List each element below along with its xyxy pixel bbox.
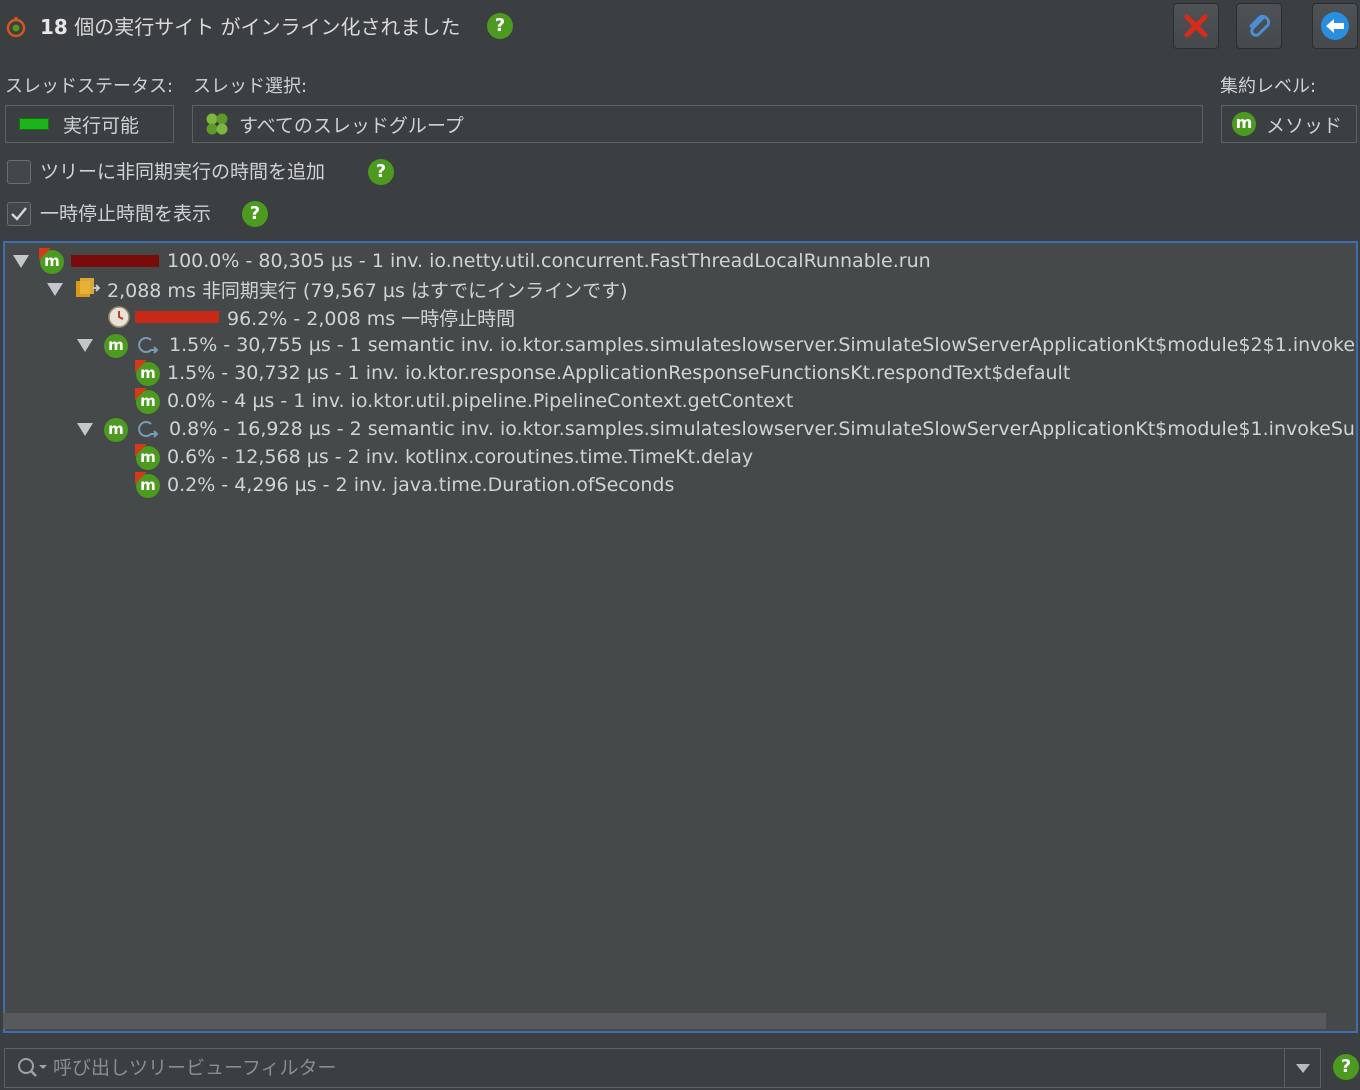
async-time-label: ツリーに非同期実行の時間を追加 [40, 161, 326, 183]
inlined-call-sites-title: 18 個の実行サイト がインライン化されました [40, 13, 461, 41]
thread-status-value: 実行可能 [63, 114, 140, 137]
percent-bar [71, 255, 159, 267]
runnable-status-swatch [19, 118, 49, 130]
title-text: 個の実行サイト がインライン化されました [67, 15, 461, 39]
attach-button[interactable] [1236, 3, 1282, 49]
tree-row-text: 0.6% - 12,568 µs - 2 inv. kotlinx.corout… [167, 446, 754, 468]
semantic-call-icon [138, 421, 159, 438]
method-icon: m [135, 444, 161, 470]
pause-help-icon[interactable]: ? [242, 201, 268, 227]
aggregation-level-label: 集約レベル: [1220, 76, 1317, 97]
back-arrow-icon [1321, 12, 1349, 40]
title-help-icon[interactable]: ? [487, 13, 513, 39]
back-button[interactable] [1312, 3, 1358, 49]
expand-toggle-icon[interactable] [47, 282, 63, 296]
close-button[interactable] [1173, 3, 1219, 49]
tree-row-text: 100.0% - 80,305 µs - 1 inv. io.netty.uti… [167, 250, 931, 272]
tree-row-text: 96.2% - 2,008 ms 一時停止時間 [227, 307, 516, 330]
thread-select-combo[interactable]: すべてのスレッドグループ [192, 105, 1203, 143]
percent-bar [135, 311, 219, 323]
aggregation-level-value: メソッド [1266, 114, 1343, 137]
tree-row[interactable]: 96.2% - 2,008 ms 一時停止時間 [81, 303, 515, 331]
expand-toggle-icon[interactable] [77, 338, 93, 352]
pause-time-checkbox[interactable] [7, 202, 31, 226]
call-tree-filter[interactable] [4, 1048, 1321, 1088]
semantic-call-icon [138, 337, 159, 354]
thread-group-icon [206, 113, 228, 135]
tree-row-text: 1.5% - 30,755 µs - 1 semantic inv. io.kt… [169, 334, 1358, 356]
tree-row[interactable]: m 0.6% - 12,568 µs - 2 inv. kotlinx.coro… [135, 443, 753, 471]
expand-toggle-icon[interactable] [77, 422, 93, 436]
method-icon: m [135, 360, 161, 386]
method-icon: m [135, 472, 161, 498]
tree-row-text: 2,088 ms 非同期実行 (79,567 µs はすでにインラインです) [107, 279, 628, 302]
aggregation-level-combo[interactable]: m メソッド [1221, 105, 1357, 143]
tree-row-text: 0.0% - 4 µs - 1 inv. io.ktor.util.pipeli… [167, 390, 794, 412]
thread-status-combo[interactable]: 実行可能 [5, 105, 174, 143]
tree-row-text: 0.8% - 16,928 µs - 2 semantic inv. io.kt… [169, 418, 1358, 440]
chevron-down-icon [1295, 1064, 1310, 1073]
tree-row[interactable]: m 0.8% - 16,928 µs - 2 semantic inv. io.… [77, 415, 1358, 443]
method-icon: m [103, 416, 129, 442]
inlined-count: 18 [40, 15, 68, 39]
async-execution-icon [76, 278, 101, 297]
async-time-checkbox[interactable] [7, 160, 31, 184]
tree-row[interactable]: m 100.0% - 80,305 µs - 1 inv. io.netty.u… [13, 247, 931, 275]
tree-row-text: 1.5% - 30,732 µs - 1 inv. io.ktor.respon… [167, 362, 1071, 384]
filter-input[interactable] [53, 1049, 1284, 1087]
paperclip-icon [1249, 14, 1271, 37]
tree-row[interactable]: m 1.5% - 30,732 µs - 1 inv. io.ktor.resp… [135, 359, 1070, 387]
call-tree[interactable]: m 100.0% - 80,305 µs - 1 inv. io.netty.u… [3, 241, 1358, 1033]
tree-row[interactable]: m 0.0% - 4 µs - 1 inv. io.ktor.util.pipe… [135, 387, 793, 415]
async-help-icon[interactable]: ? [368, 159, 394, 185]
horizontal-scrollbar[interactable] [3, 1013, 1326, 1029]
tree-row[interactable]: 2,088 ms 非同期実行 (79,567 µs はすでにインラインです) [47, 275, 627, 303]
clock-icon [108, 306, 130, 328]
profiler-logo-icon [6, 17, 26, 38]
method-icon: m [135, 388, 161, 414]
method-icon: m [1232, 112, 1256, 136]
tree-row-text: 0.2% - 4,296 µs - 2 inv. java.time.Durat… [167, 474, 675, 496]
filter-dropdown-button[interactable] [1284, 1049, 1320, 1087]
thread-status-label: スレッドステータス: [5, 76, 174, 97]
tree-row[interactable]: m 1.5% - 30,755 µs - 1 semantic inv. io.… [77, 331, 1358, 359]
close-icon [1184, 14, 1208, 38]
tree-row[interactable]: m 0.2% - 4,296 µs - 2 inv. java.time.Dur… [135, 471, 674, 499]
expand-toggle-icon[interactable] [13, 254, 29, 268]
thread-select-value: すべてのスレッドグループ [239, 114, 464, 137]
thread-select-label: スレッド選択: [193, 76, 308, 97]
filter-help-icon[interactable]: ? [1333, 1054, 1359, 1080]
method-icon: m [103, 332, 129, 358]
method-icon: m [39, 248, 65, 274]
checkmark-icon [11, 207, 27, 221]
search-icon[interactable] [15, 1055, 49, 1081]
pause-time-label: 一時停止時間を表示 [40, 203, 212, 225]
